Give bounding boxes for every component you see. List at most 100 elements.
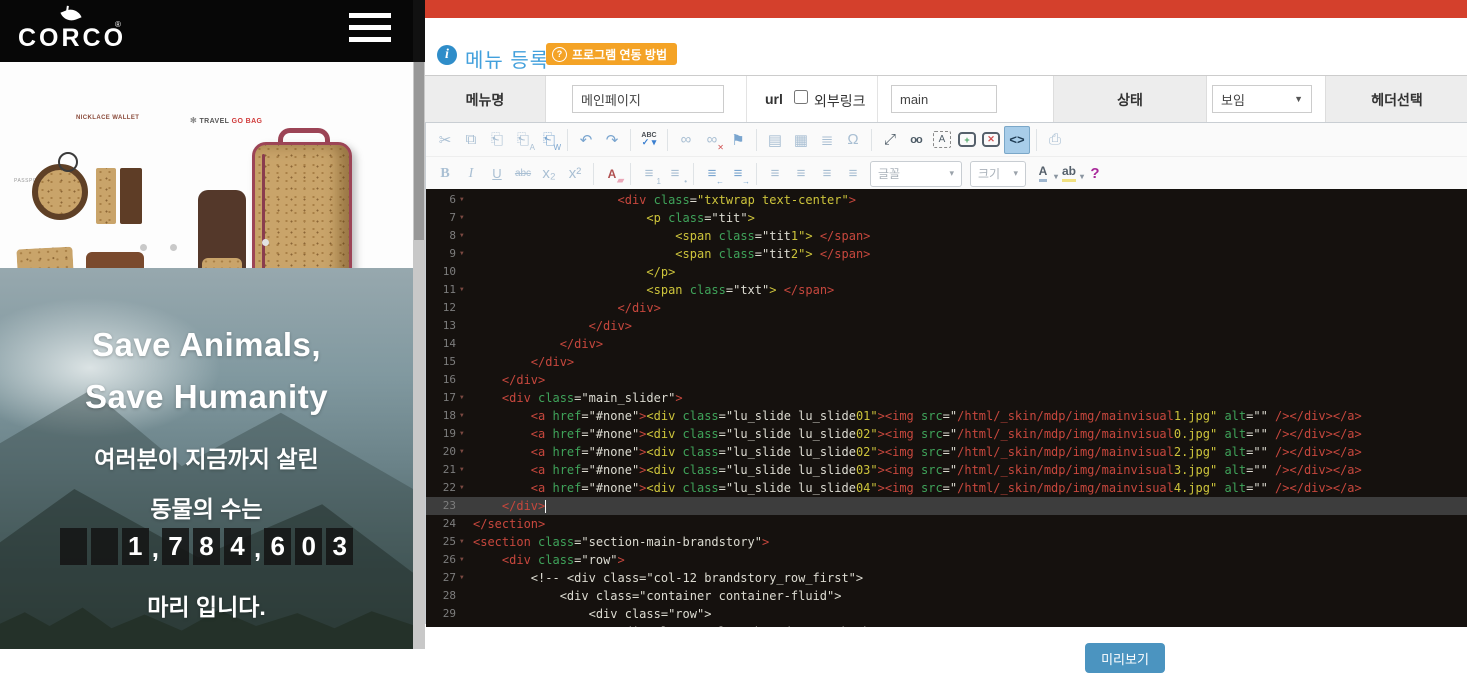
code-area[interactable]: 6▼ <div class="txtwrap text-center">7▼ <… — [426, 189, 1467, 627]
external-link-checkbox[interactable] — [794, 90, 808, 104]
add-suggestion-icon[interactable]: + — [958, 132, 976, 147]
code-line[interactable]: 23 </div> — [426, 497, 1467, 515]
line-number: 16 — [426, 371, 456, 389]
spellcheck-icon[interactable]: ABC✓ ▾ — [637, 127, 661, 153]
copy-icon[interactable]: ⧉ — [459, 127, 483, 153]
fold-toggle-icon[interactable]: ▼ — [456, 443, 473, 461]
code-line[interactable]: 11▼ <span class="txt"> </span> — [426, 281, 1467, 299]
redo-icon[interactable]: ↷ — [600, 127, 624, 153]
paste-text-icon[interactable]: ⎗A — [511, 127, 535, 153]
find-replace-icon[interactable]: oo — [904, 127, 928, 153]
italic-icon[interactable]: I — [459, 161, 483, 187]
code-line[interactable]: 7▼ <p class="tit"> — [426, 209, 1467, 227]
code-line[interactable]: 6▼ <div class="txtwrap text-center"> — [426, 191, 1467, 209]
slider-dot[interactable] — [170, 244, 177, 251]
code-line[interactable]: 17▼ <div class="main_slider"> — [426, 389, 1467, 407]
panel-scrollbar — [413, 0, 425, 649]
toolbar-separator — [630, 129, 631, 151]
code-line[interactable]: 29 <div class="row"> — [426, 605, 1467, 623]
undo-icon[interactable]: ↶ — [574, 127, 598, 153]
slider-dot[interactable] — [140, 244, 147, 251]
anchor-icon[interactable]: ⚑ — [726, 127, 750, 153]
hamburger-menu-icon[interactable] — [349, 13, 391, 49]
code-line[interactable]: 9▼ <span class="tit2"> </span> — [426, 245, 1467, 263]
code-line[interactable]: 19▼ <a href="#none"><div class="lu_slide… — [426, 425, 1467, 443]
fold-spacer — [456, 605, 473, 623]
remove-suggestion-icon[interactable]: ✕ — [982, 132, 1000, 147]
fold-toggle-icon[interactable]: ▼ — [456, 425, 473, 443]
code-line[interactable]: 22▼ <a href="#none"><div class="lu_slide… — [426, 479, 1467, 497]
preview-button[interactable]: 미리보기 — [1085, 643, 1165, 673]
product-cork-coaster — [32, 164, 88, 220]
outdent-icon[interactable]: ≡← — [700, 161, 724, 187]
fold-toggle-icon[interactable]: ▼ — [456, 245, 473, 263]
info-icon: i — [437, 45, 457, 65]
code-line[interactable]: 28 <div class="container container-fluid… — [426, 587, 1467, 605]
code-line[interactable]: 30 <div class="col-12 brandstory_thumb"> — [426, 623, 1467, 627]
cut-icon[interactable]: ✂ — [433, 127, 457, 153]
link-icon[interactable]: ∞ — [674, 127, 698, 153]
fold-toggle-icon[interactable]: ▼ — [456, 209, 473, 227]
help-icon[interactable]: ? — [1083, 161, 1107, 187]
select-all-icon[interactable]: A — [933, 131, 951, 148]
code-line[interactable]: 21▼ <a href="#none"><div class="lu_slide… — [426, 461, 1467, 479]
code-line[interactable]: 20▼ <a href="#none"><div class="lu_slide… — [426, 443, 1467, 461]
subscript-icon[interactable]: x₂ — [537, 161, 561, 187]
code-line[interactable]: 12 </div> — [426, 299, 1467, 317]
align-left-icon[interactable]: ≡ — [763, 161, 787, 187]
code-line[interactable]: 27▼ <!-- <div class="col-12 brandstory_r… — [426, 569, 1467, 587]
special-char-icon[interactable]: Ω — [841, 127, 865, 153]
scrollbar-thumb[interactable] — [414, 62, 424, 240]
fold-toggle-icon[interactable]: ▼ — [456, 569, 473, 587]
size-dropdown[interactable]: 크기▾ — [970, 161, 1026, 187]
status-select[interactable]: 보임 ▼ — [1212, 85, 1312, 113]
code-line[interactable]: 26▼ <div class="row"> — [426, 551, 1467, 569]
code-line[interactable]: 13 </div> — [426, 317, 1467, 335]
text-color-icon[interactable]: A▾ — [1031, 161, 1055, 187]
fold-toggle-icon[interactable]: ▼ — [456, 461, 473, 479]
image-icon[interactable]: ▤ — [763, 127, 787, 153]
fold-toggle-icon[interactable]: ▼ — [456, 191, 473, 209]
paste-icon[interactable]: ⎗ — [485, 127, 509, 153]
fold-toggle-icon[interactable]: ▼ — [456, 281, 473, 299]
font-dropdown[interactable]: 글꼴▾ — [870, 161, 962, 187]
underline-icon[interactable]: U — [485, 161, 509, 187]
code-line[interactable]: 18▼ <a href="#none"><div class="lu_slide… — [426, 407, 1467, 425]
bold-icon[interactable]: B — [433, 161, 457, 187]
remove-format-icon[interactable]: A▰ — [600, 161, 624, 187]
align-justify-icon[interactable]: ≡ — [841, 161, 865, 187]
code-line[interactable]: 16 </div> — [426, 371, 1467, 389]
unlink-icon[interactable]: ∞✕ — [700, 127, 724, 153]
horizontal-rule-icon[interactable]: ≣ — [815, 127, 839, 153]
counter-digit: 6 — [264, 528, 291, 565]
fold-toggle-icon[interactable]: ▼ — [456, 389, 473, 407]
ordered-list-icon[interactable]: ≡1 — [637, 161, 661, 187]
code-line[interactable]: 10 </p> — [426, 263, 1467, 281]
slider-dot[interactable] — [262, 239, 269, 246]
maximize-icon[interactable]: ⤢ — [878, 127, 902, 153]
align-center-icon[interactable]: ≡ — [789, 161, 813, 187]
code-line[interactable]: 24</section> — [426, 515, 1467, 533]
code-line[interactable]: 15 </div> — [426, 353, 1467, 371]
fold-toggle-icon[interactable]: ▼ — [456, 227, 473, 245]
print-icon[interactable]: ⎙ — [1043, 127, 1067, 153]
url-input[interactable] — [891, 85, 997, 113]
menu-name-input[interactable] — [572, 85, 724, 113]
fold-toggle-icon[interactable]: ▼ — [456, 479, 473, 497]
code-line[interactable]: 14 </div> — [426, 335, 1467, 353]
strike-icon[interactable]: abc — [511, 161, 535, 187]
program-link-help-button[interactable]: ? 프로그램 연동 방법 — [546, 43, 677, 65]
superscript-icon[interactable]: x² — [563, 161, 587, 187]
fold-toggle-icon[interactable]: ▼ — [456, 551, 473, 569]
indent-icon[interactable]: ≡→ — [726, 161, 750, 187]
code-line[interactable]: 25▼<section class="section-main-brandsto… — [426, 533, 1467, 551]
code-line[interactable]: 8▼ <span class="tit1"> </span> — [426, 227, 1467, 245]
source-icon[interactable]: <> — [1004, 126, 1030, 154]
fold-toggle-icon[interactable]: ▼ — [456, 533, 473, 551]
paste-word-icon[interactable]: ⎗W — [537, 127, 561, 153]
bulleted-list-icon[interactable]: ≡• — [663, 161, 687, 187]
fold-toggle-icon[interactable]: ▼ — [456, 407, 473, 425]
bg-color-icon[interactable]: ab▾ — [1057, 161, 1081, 187]
table-icon[interactable]: ▦ — [789, 127, 813, 153]
align-right-icon[interactable]: ≡ — [815, 161, 839, 187]
